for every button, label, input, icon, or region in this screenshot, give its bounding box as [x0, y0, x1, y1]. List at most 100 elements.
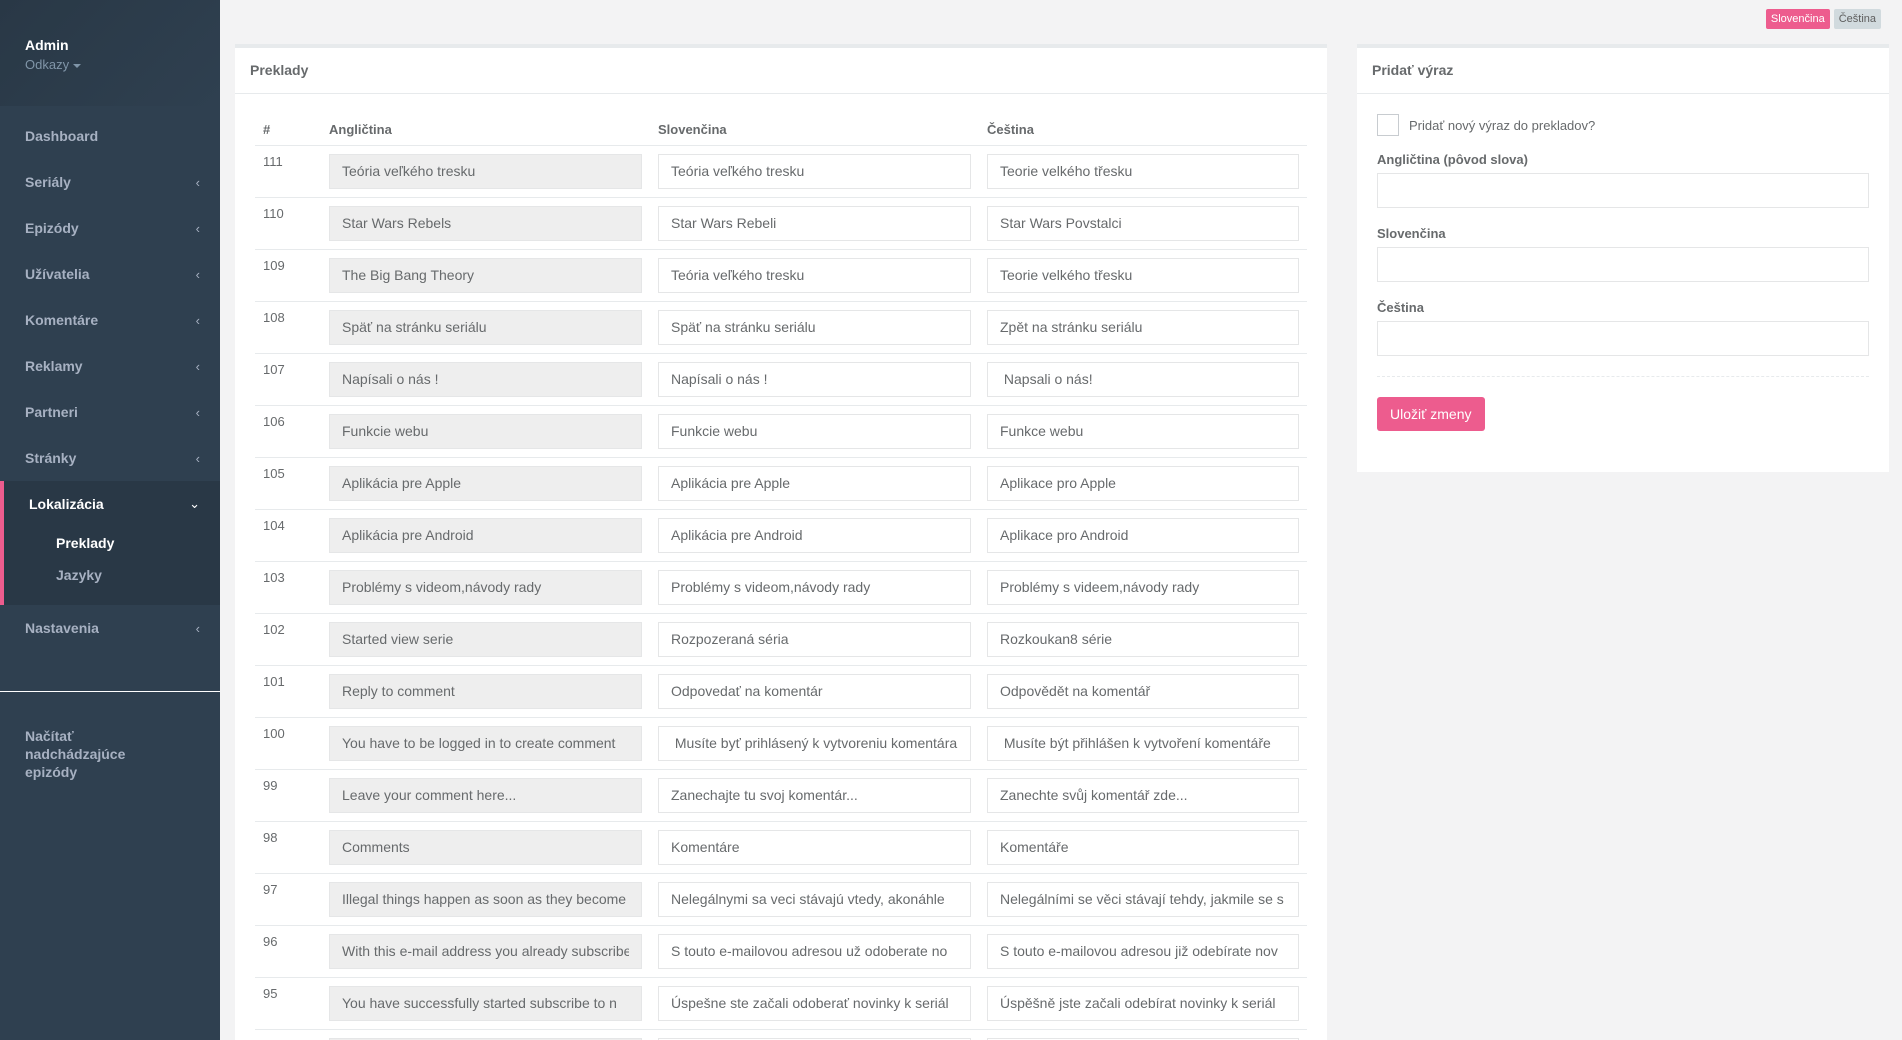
slovak-input[interactable] [658, 621, 971, 657]
english-input[interactable] [329, 881, 642, 917]
czech-input[interactable] [987, 985, 1299, 1021]
slovak-input[interactable] [658, 933, 971, 969]
table-cell [979, 872, 1307, 925]
english-input[interactable] [329, 829, 642, 865]
chevron-left-icon: ‹ [195, 404, 200, 420]
sidebar-item-nastavenia[interactable]: Nastavenia ‹ [0, 605, 220, 651]
save-changes-button[interactable]: Uložiť zmeny [1377, 397, 1485, 431]
slovak-input[interactable] [658, 881, 971, 917]
czech-input[interactable] [987, 569, 1299, 605]
sidebar-item-dashboard[interactable]: Dashboard [0, 113, 220, 159]
slovak-input[interactable] [658, 153, 971, 189]
sidebar-item-komentare[interactable]: Komentáre ‹ [0, 297, 220, 343]
czech-input[interactable] [987, 413, 1299, 449]
english-input[interactable] [329, 205, 642, 241]
english-input[interactable] [329, 517, 642, 553]
column-header-slovak: Slovenčina [650, 114, 979, 146]
slovak-input[interactable] [658, 829, 971, 865]
sidebar-subitem-preklady[interactable]: Preklady [4, 527, 220, 559]
czech-input[interactable] [987, 153, 1299, 189]
czech-input[interactable] [987, 725, 1299, 761]
load-upcoming-episodes-link[interactable]: Načítať nadchádzajúce epizódy [0, 692, 200, 781]
english-input[interactable] [329, 465, 642, 501]
czech-input[interactable] [987, 673, 1299, 709]
translations-table: # Angličtina Slovenčina Čeština 11111010… [255, 114, 1307, 1040]
czech-input[interactable] [987, 309, 1299, 345]
czech-input[interactable] [987, 933, 1299, 969]
sidebar-item-label: Užívatelia [25, 266, 90, 282]
row-id: 99 [255, 768, 321, 821]
english-input[interactable] [329, 413, 642, 449]
row-id: 97 [255, 872, 321, 925]
table-cell [650, 144, 979, 197]
english-input[interactable] [329, 673, 642, 709]
sidebar-item-reklamy[interactable]: Reklamy ‹ [0, 343, 220, 389]
slovak-input[interactable] [658, 725, 971, 761]
translations-table-body: 1111101091081071061051041031021011009998… [255, 144, 1307, 1040]
sidebar-item-lokalizacia[interactable]: Lokalizácia ⌄ [4, 481, 220, 527]
sidebar-subitem-jazyky[interactable]: Jazyky [4, 559, 220, 591]
table-cell [650, 716, 979, 769]
czech-field[interactable] [1377, 321, 1869, 356]
add-new-checkbox-row: Pridať nový výraz do prekladov? [1377, 114, 1869, 136]
table-cell [979, 248, 1307, 301]
czech-input[interactable] [987, 205, 1299, 241]
language-cestina-label[interactable]: Čeština [1833, 9, 1881, 29]
czech-input[interactable] [987, 777, 1299, 813]
sidebar-item-partneri[interactable]: Partneri ‹ [0, 389, 220, 435]
slovak-input[interactable] [658, 517, 971, 553]
english-field[interactable] [1377, 173, 1869, 208]
sidebar-item-stranky[interactable]: Stránky ‹ [0, 435, 220, 481]
czech-input[interactable] [987, 517, 1299, 553]
slovak-input[interactable] [658, 673, 971, 709]
slovak-field[interactable] [1377, 247, 1869, 282]
row-id: 96 [255, 924, 321, 977]
slovak-input[interactable] [658, 205, 971, 241]
english-input[interactable] [329, 257, 642, 293]
table-cell [979, 820, 1307, 873]
table-cell [321, 820, 650, 873]
english-input[interactable] [329, 621, 642, 657]
add-new-checkbox[interactable] [1377, 114, 1399, 136]
table-row: 95 [255, 976, 1307, 1029]
sidebar-item-uzivatelia[interactable]: Užívatelia ‹ [0, 251, 220, 297]
slovak-input[interactable] [658, 309, 971, 345]
sidebar-item-serialy[interactable]: Seriály ‹ [0, 159, 220, 205]
profile-links-dropdown[interactable]: Odkazy [25, 57, 195, 72]
table-cell [979, 456, 1307, 509]
english-input[interactable] [329, 309, 642, 345]
slovak-input[interactable] [658, 465, 971, 501]
czech-input[interactable] [987, 829, 1299, 865]
czech-input[interactable] [987, 465, 1299, 501]
sidebar-item-label: Dashboard [25, 128, 99, 144]
czech-input[interactable] [987, 361, 1299, 397]
slovak-input[interactable] [658, 985, 971, 1021]
english-input[interactable] [329, 725, 642, 761]
english-input[interactable] [329, 777, 642, 813]
slovak-input[interactable] [658, 569, 971, 605]
table-cell [979, 716, 1307, 769]
table-row: 102 [255, 612, 1307, 665]
add-expression-panel-title: Pridať výraz [1357, 48, 1889, 94]
czech-input[interactable] [987, 621, 1299, 657]
slovak-input[interactable] [658, 361, 971, 397]
row-id: 104 [255, 508, 321, 561]
slovak-input[interactable] [658, 257, 971, 293]
slovak-input[interactable] [658, 777, 971, 813]
english-input[interactable] [329, 569, 642, 605]
czech-input[interactable] [987, 881, 1299, 917]
slovak-input[interactable] [658, 413, 971, 449]
czech-input[interactable] [987, 257, 1299, 293]
english-input[interactable] [329, 361, 642, 397]
english-input[interactable] [329, 985, 642, 1021]
table-cell [321, 248, 650, 301]
language-switcher: Slovenčina Čeština [1765, 9, 1881, 29]
profile-links-label: Odkazy [25, 57, 70, 72]
language-slovencina-label[interactable]: Slovenčina [1765, 9, 1830, 29]
column-header-english: Angličtina [321, 114, 650, 146]
sidebar-item-epizody[interactable]: Epizódy ‹ [0, 205, 220, 251]
english-input[interactable] [329, 153, 642, 189]
table-cell [321, 300, 650, 353]
sidebar-item-label: Seriály [25, 174, 71, 190]
english-input[interactable] [329, 933, 642, 969]
